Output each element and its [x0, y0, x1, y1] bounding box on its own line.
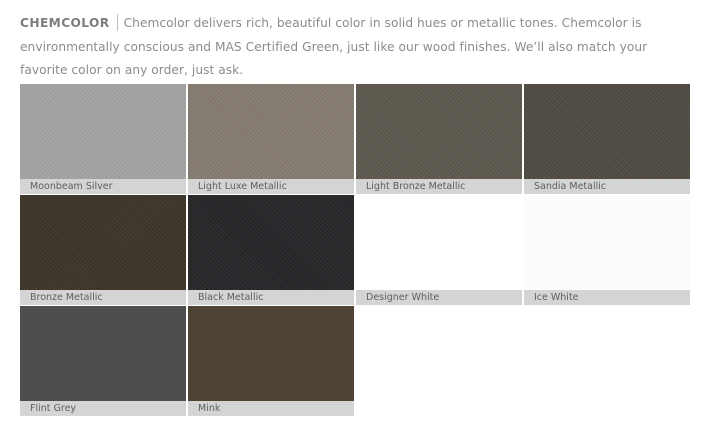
swatch-color: [356, 195, 522, 290]
swatch-label: Flint Grey: [20, 401, 186, 416]
swatch-color: [188, 306, 354, 401]
intro-paragraph: CHEMCOLOR Chemcolor delivers rich, beauti…: [20, 12, 692, 83]
swatch-label: Sandia Metallic: [524, 179, 690, 194]
swatch-label: Black Metallic: [188, 290, 354, 305]
swatch-bronze-metallic[interactable]: Bronze Metallic: [20, 195, 186, 305]
swatch-color: [188, 195, 354, 290]
swatch-label: Light Bronze Metallic: [356, 179, 522, 194]
swatch-mink[interactable]: Mink: [188, 306, 354, 416]
swatch-moonbeam-silver[interactable]: Moonbeam Silver: [20, 84, 186, 194]
swatch-designer-white[interactable]: Designer White: [356, 195, 522, 305]
swatch-color: [20, 306, 186, 401]
swatch-label: Moonbeam Silver: [20, 179, 186, 194]
swatch-color: [20, 195, 186, 290]
color-swatch-grid: Moonbeam Silver Light Luxe Metallic Ligh…: [20, 84, 690, 416]
brand-heading: CHEMCOLOR: [20, 16, 110, 30]
swatch-label: Bronze Metallic: [20, 290, 186, 305]
vertical-divider: [116, 14, 118, 31]
swatch-label: Designer White: [356, 290, 522, 305]
swatch-sandia-metallic[interactable]: Sandia Metallic: [524, 84, 690, 194]
swatch-flint-grey[interactable]: Flint Grey: [20, 306, 186, 416]
intro-text: Chemcolor delivers rich, beautiful color…: [20, 16, 648, 77]
swatch-ice-white[interactable]: Ice White: [524, 195, 690, 305]
swatch-black-metallic[interactable]: Black Metallic: [188, 195, 354, 305]
swatch-light-bronze-metallic[interactable]: Light Bronze Metallic: [356, 84, 522, 194]
swatch-color: [356, 84, 522, 179]
swatch-label: Ice White: [524, 290, 690, 305]
swatch-color: [524, 84, 690, 179]
swatch-label: Mink: [188, 401, 354, 416]
swatch-label: Light Luxe Metallic: [188, 179, 354, 194]
swatch-color: [188, 84, 354, 179]
swatch-color: [524, 195, 690, 290]
swatch-color: [20, 84, 186, 179]
swatch-light-luxe-metallic[interactable]: Light Luxe Metallic: [188, 84, 354, 194]
